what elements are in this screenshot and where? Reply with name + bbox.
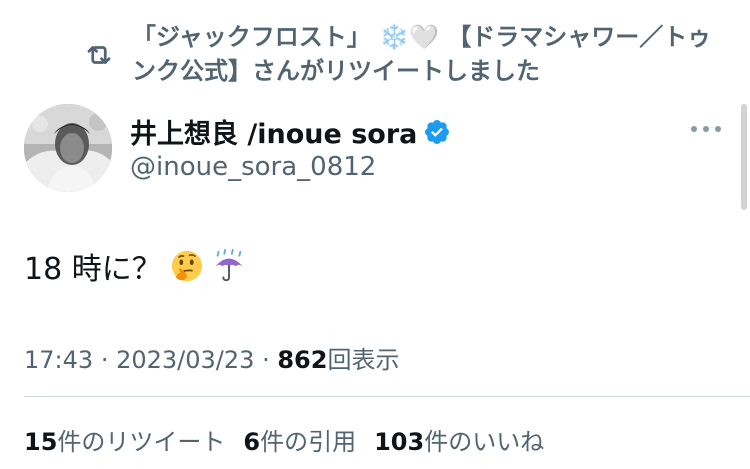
avatar[interactable] (24, 104, 112, 192)
tweet-stats: 15件のリツイート 6件の引用 103件のいいね (24, 422, 562, 457)
quotes-label: 件の引用 (260, 428, 357, 456)
verified-badge-icon (423, 118, 451, 146)
tweet-text: 18 時に？ (24, 244, 246, 288)
more-dot-icon (703, 126, 709, 132)
quotes-stat[interactable]: 6件の引用 (243, 422, 356, 457)
retweets-count: 15 (24, 428, 58, 456)
tweet-date[interactable]: 2023/03/23 (116, 346, 254, 374)
retweet-context[interactable]: 「ジャックフロスト」 ❄️🤍 【ドラマシャワー／トゥンク公式】さんがリツイートし… (84, 20, 724, 88)
likes-count: 103 (374, 428, 425, 456)
retweets-stat[interactable]: 15件のリツイート (24, 422, 225, 457)
name-row: 井上想良 /inoue sora (130, 112, 451, 151)
likes-stat[interactable]: 103件のいいね (374, 422, 544, 457)
more-dot-icon (715, 126, 721, 132)
retweet-icon (84, 40, 118, 74)
retweet-context-text[interactable]: 「ジャックフロスト」 ❄️🤍 【ドラマシャワー／トゥンク公式】さんがリツイートし… (132, 20, 724, 88)
user-handle[interactable]: @inoue_sora_0812 (130, 152, 376, 182)
meta-separator: · (262, 346, 270, 374)
tweet-meta: 17:43 · 2023/03/23 · 862回表示 (24, 340, 399, 375)
quotes-count: 6 (243, 428, 261, 456)
retweet-context-prefix: 「ジャックフロスト」 (132, 23, 371, 51)
more-options-button[interactable] (688, 116, 724, 142)
more-dot-icon (691, 126, 697, 132)
likes-label: 件のいいね (424, 428, 545, 456)
views-label: 回表示 (327, 346, 400, 374)
umbrella-with-rain-icon (212, 249, 246, 283)
views-count: 862 (277, 346, 328, 374)
snowflake-emoji: ❄️ (379, 23, 410, 51)
tweet-text-content: 18 時に？ (24, 252, 162, 287)
tweet-time[interactable]: 17:43 (24, 346, 93, 374)
thinking-face-icon (170, 249, 204, 283)
divider (24, 396, 750, 397)
retweets-label: 件のリツイート (57, 428, 226, 456)
meta-separator: · (100, 346, 109, 374)
tweet-author[interactable]: 井上想良 /inoue sora @inoue_sora_0812 (24, 104, 724, 194)
scrollbar[interactable] (741, 104, 747, 210)
white-heart-emoji: 🤍 (409, 23, 439, 51)
display-name[interactable]: 井上想良 /inoue sora (130, 112, 417, 151)
